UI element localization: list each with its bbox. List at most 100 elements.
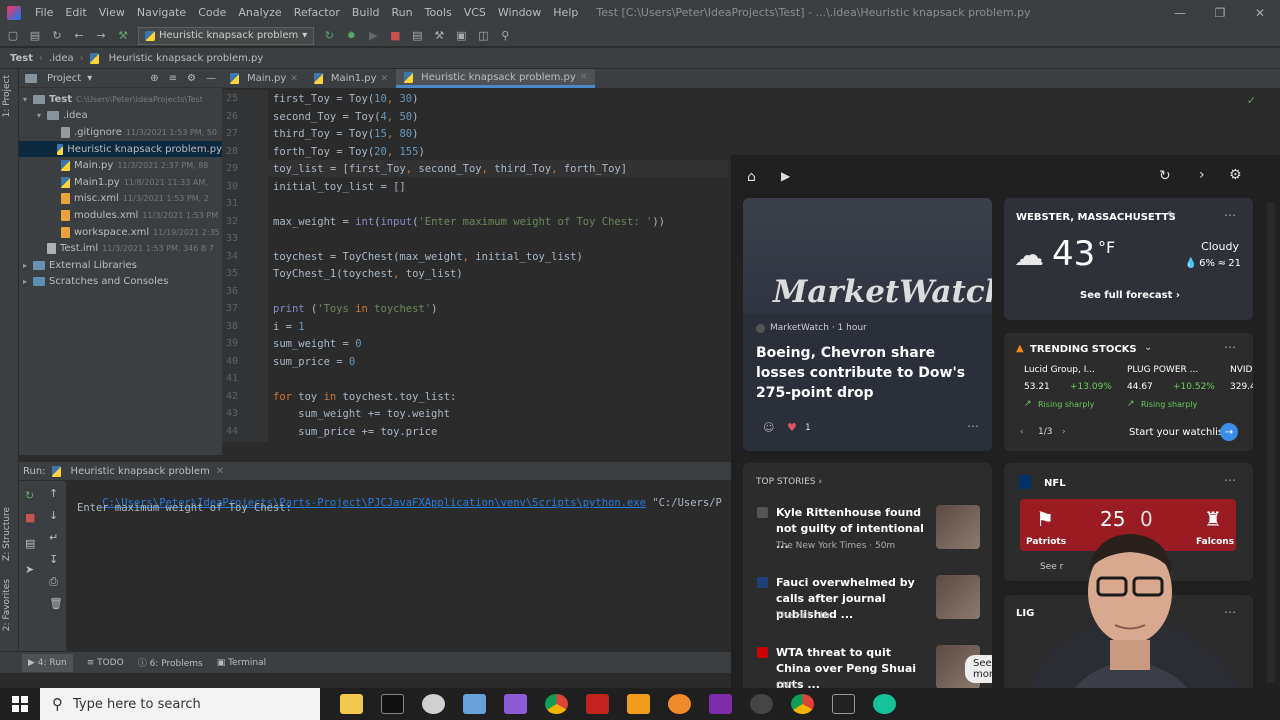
project-panel-title[interactable]: Project bbox=[47, 73, 81, 84]
next-page-icon[interactable]: › bbox=[1062, 427, 1066, 437]
expand-arrow-icon[interactable]: ▾ bbox=[37, 111, 47, 120]
locate-icon[interactable]: ⊕ bbox=[150, 73, 158, 84]
expand-arrow-icon[interactable]: ▸ bbox=[23, 261, 33, 270]
menu-navigate[interactable]: Navigate bbox=[131, 6, 192, 19]
watchlist-cta[interactable]: Start your watchlist bbox=[1129, 427, 1227, 438]
weather-unit[interactable]: °F bbox=[1098, 238, 1115, 257]
forecast-link[interactable]: See full forecast › bbox=[1080, 290, 1180, 301]
tab-main1-py[interactable]: Main1.py ✕ bbox=[306, 69, 396, 88]
news-card-marketwatch[interactable]: MarketWatch MarketWatch · 1 hour Boeing,… bbox=[743, 198, 992, 451]
tree-item[interactable]: Test.iml 11/3/2021 1:53 PM, 346 B 7 bbox=[19, 240, 222, 257]
minimize-icon[interactable]: — bbox=[1160, 0, 1200, 25]
acrobat-icon[interactable] bbox=[586, 694, 609, 714]
tool-tab-structure[interactable]: Z: Structure bbox=[2, 507, 12, 561]
trash-icon[interactable]: 🗑 bbox=[49, 597, 63, 610]
menu-refactor[interactable]: Refactor bbox=[288, 6, 346, 19]
run-config-select[interactable]: Heuristic knapsack problem ▾ bbox=[138, 26, 315, 45]
print-icon[interactable]: ⎙ bbox=[49, 575, 58, 589]
menu-edit[interactable]: Edit bbox=[59, 6, 92, 19]
breadcrumb-project[interactable]: Test bbox=[10, 53, 33, 64]
rerun-icon[interactable]: ↻ bbox=[322, 29, 336, 43]
menu-window[interactable]: Window bbox=[492, 6, 547, 19]
more-icon[interactable]: ⋯ bbox=[1224, 340, 1237, 354]
video-icon[interactable]: ▶ bbox=[781, 169, 790, 183]
stop-icon[interactable]: ■ bbox=[25, 511, 35, 524]
menu-help[interactable]: Help bbox=[547, 6, 584, 19]
grammarly-icon[interactable] bbox=[873, 694, 896, 714]
tab-heuristic-knapsack[interactable]: Heuristic knapsack problem.py ✕ bbox=[396, 69, 596, 88]
close-tab-icon[interactable]: ✕ bbox=[580, 72, 588, 82]
tree-item[interactable]: Main1.py 11/8/2021 11:33 AM, bbox=[19, 174, 222, 191]
reaction-icon[interactable]: ☺ bbox=[763, 421, 774, 434]
calculator-icon[interactable] bbox=[463, 694, 486, 714]
pin-icon[interactable]: ➤ bbox=[25, 563, 34, 576]
stop-icon[interactable]: ■ bbox=[388, 29, 402, 43]
sublime-icon[interactable] bbox=[627, 694, 650, 714]
save-icon[interactable]: ▤ bbox=[28, 29, 42, 43]
wrench-icon[interactable]: ⚒ bbox=[432, 29, 446, 43]
close-icon[interactable]: ✕ bbox=[1240, 0, 1280, 25]
menu-code[interactable]: Code bbox=[192, 6, 232, 19]
hide-icon[interactable]: — bbox=[206, 73, 216, 84]
more-icon[interactable]: ⋯ bbox=[967, 419, 979, 433]
chevron-down-icon[interactable]: ▾ bbox=[87, 73, 92, 84]
menu-analyze[interactable]: Analyze bbox=[232, 6, 287, 19]
github-icon[interactable] bbox=[750, 694, 773, 714]
sync-icon[interactable]: ↻ bbox=[50, 29, 64, 43]
tree-item[interactable]: modules.xml 11/3/2021 1:53 PM bbox=[19, 207, 222, 224]
gear-icon[interactable]: ⚙ bbox=[1229, 167, 1242, 183]
tool-tab-todo[interactable]: ≡ TODO bbox=[87, 658, 124, 668]
news-headline[interactable]: Boeing, Chevron share losses contribute … bbox=[756, 343, 981, 403]
menu-build[interactable]: Build bbox=[346, 6, 386, 19]
windows-start-icon[interactable] bbox=[0, 688, 40, 720]
close-tab-icon[interactable]: ✕ bbox=[381, 74, 389, 84]
tree-item[interactable]: ▾ Test C:\Users\Peter\IdeaProjects\Test bbox=[19, 91, 222, 108]
more-icon[interactable]: ⋯ bbox=[1224, 208, 1237, 222]
layout-icon[interactable]: ▤ bbox=[25, 537, 35, 550]
breadcrumb-folder[interactable]: .idea bbox=[49, 53, 74, 64]
soft-wrap-icon[interactable]: ↵ bbox=[49, 531, 58, 544]
tree-item[interactable]: ▾ .idea bbox=[19, 108, 222, 125]
project-structure-icon[interactable]: ▣ bbox=[454, 29, 468, 43]
more-icon[interactable]: ⋯ bbox=[1224, 473, 1237, 487]
layout-icon[interactable]: ◫ bbox=[476, 29, 490, 43]
tree-item[interactable]: ▸ Scratches and Consoles bbox=[19, 274, 222, 291]
tool-tab-problems[interactable]: ⓘ 6: Problems bbox=[138, 656, 203, 669]
close-tab-icon[interactable]: ✕ bbox=[216, 466, 224, 477]
maximize-icon[interactable]: ❐ bbox=[1200, 0, 1240, 25]
tool-tab-terminal[interactable]: ▣ Terminal bbox=[217, 658, 266, 668]
forward-icon[interactable]: → bbox=[94, 29, 108, 43]
tree-item[interactable]: misc.xml 11/3/2021 1:53 PM, 2 bbox=[19, 191, 222, 208]
chevron-right-icon[interactable]: › bbox=[1199, 167, 1205, 183]
story-item[interactable]: Kyle Rittenhouse found not guilty of int… bbox=[743, 503, 992, 567]
close-tab-icon[interactable]: ✕ bbox=[290, 74, 298, 84]
inspection-ok-icon[interactable]: ✓ bbox=[1247, 94, 1256, 107]
tree-item[interactable]: .gitignore 11/3/2021 1:53 PM, 50 bbox=[19, 124, 222, 141]
arrow-right-icon[interactable]: → bbox=[1220, 423, 1238, 441]
chrome-icon[interactable] bbox=[545, 694, 568, 714]
back-icon[interactable]: ← bbox=[72, 29, 86, 43]
chevron-down-icon[interactable]: ⌄ bbox=[1144, 342, 1152, 353]
menu-vcs[interactable]: VCS bbox=[458, 6, 492, 19]
story-item[interactable]: WTA threat to quit China over Peng Shuai… bbox=[743, 643, 992, 688]
tree-item[interactable]: ▸ External Libraries bbox=[19, 257, 222, 274]
see-more-button[interactable]: See more bbox=[965, 655, 992, 683]
blender-icon[interactable] bbox=[668, 694, 691, 714]
open-folder-icon[interactable]: ▢ bbox=[6, 29, 20, 43]
weather-card[interactable]: WEBSTER, MASSACHUSETTS ✎ ⋯ ☁ 43 °F Cloud… bbox=[1004, 198, 1253, 320]
trending-stocks-card[interactable]: ▲ TRENDING STOCKS ⌄ ⋯ Lucid Group, I... 5… bbox=[1004, 333, 1253, 451]
rerun-icon[interactable]: ↻ bbox=[25, 489, 34, 502]
story-item[interactable]: Fauci overwhelmed by calls after journal… bbox=[743, 573, 992, 637]
top-stories-card[interactable]: TOP STORIES › Kyle Rittenhouse found not… bbox=[743, 463, 992, 688]
run-console[interactable]: C:\Users\Peter\IdeaProjects\Parts-Projec… bbox=[67, 481, 731, 651]
top-stories-title[interactable]: TOP STORIES › bbox=[756, 477, 822, 487]
terminal-icon[interactable] bbox=[381, 694, 404, 714]
tree-item[interactable]: Main.py 11/3/2021 2:37 PM, 88 bbox=[19, 157, 222, 174]
snipping-tool-icon[interactable] bbox=[422, 694, 445, 714]
prev-page-icon[interactable]: ‹ bbox=[1020, 427, 1024, 437]
visual-studio-icon[interactable] bbox=[504, 694, 527, 714]
run-tab-label[interactable]: Heuristic knapsack problem bbox=[71, 466, 210, 477]
breadcrumb-file[interactable]: Heuristic knapsack problem.py bbox=[109, 53, 264, 64]
menu-view[interactable]: View bbox=[93, 6, 131, 19]
menu-file[interactable]: File bbox=[29, 6, 59, 19]
